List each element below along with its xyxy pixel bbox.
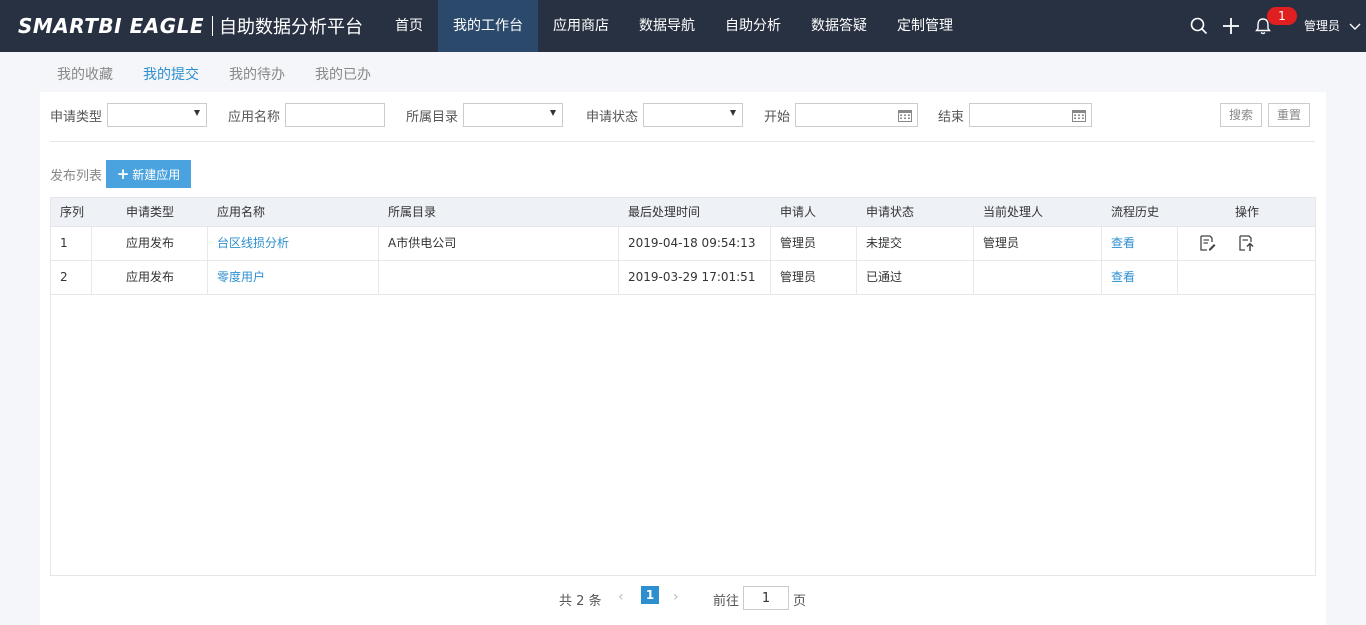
view-history-link[interactable]: 查看 — [1111, 261, 1135, 294]
notification-badge[interactable]: 1 — [1267, 7, 1297, 25]
cell-handler: 管理员 — [983, 236, 1020, 250]
nav-data-qa[interactable]: 数据答疑 — [796, 0, 882, 52]
view-history-link[interactable]: 查看 — [1111, 227, 1135, 260]
cell-status: 未提交 — [866, 236, 903, 250]
user-name: 管理员 — [1304, 19, 1341, 33]
calendar-icon — [898, 110, 913, 122]
col-seq: 序列 — [60, 205, 85, 219]
cell-time: 2019-03-29 17:01:51 — [628, 270, 756, 284]
tab-my-todo[interactable]: 我的待办 — [229, 64, 285, 84]
col-history: 流程历史 — [1111, 205, 1160, 219]
filter-name: 应用名称 — [228, 103, 386, 127]
status-label: 申请状态 — [586, 109, 639, 125]
goto-label: 前往 — [713, 594, 740, 609]
start-date-input[interactable] — [795, 103, 919, 127]
dir-select[interactable] — [463, 103, 564, 127]
main-nav: 首页 我的工作台 应用商店 数据导航 自助分析 数据答疑 定制管理 — [380, 0, 968, 52]
filter-start: 开始 — [764, 103, 919, 127]
cell-status: 已通过 — [866, 270, 903, 284]
cell-time: 2019-04-18 09:54:13 — [628, 236, 756, 250]
filter-dir: 所属目录 — [406, 103, 564, 127]
caret-down-icon — [550, 110, 557, 116]
type-select[interactable] — [107, 103, 208, 127]
nav-home[interactable]: 首页 — [380, 0, 438, 52]
sub-tabs: 我的收藏 我的提交 我的待办 我的已办 — [57, 64, 401, 84]
content-panel: 申请类型 应用名称 所属目录 申请状态 开始 结束 搜索 重置 发布列表 + 新… — [40, 92, 1326, 625]
list-label: 发布列表 — [50, 169, 103, 184]
chevron-right-icon[interactable]: › — [673, 589, 679, 605]
cell-type: 应用发布 — [126, 270, 175, 284]
col-status: 申请状态 — [866, 205, 915, 219]
name-input[interactable] — [285, 103, 386, 127]
col-actions: 操作 — [1235, 205, 1260, 219]
cell-applicant: 管理员 — [780, 236, 817, 250]
plus-icon: + — [116, 165, 130, 183]
nav-self-analysis[interactable]: 自助分析 — [710, 0, 796, 52]
nav-custom-management[interactable]: 定制管理 — [882, 0, 968, 52]
filter-status: 申请状态 — [586, 103, 744, 127]
cell-app-name-link[interactable]: 台区线损分析 — [217, 227, 289, 260]
cell-app-name-link[interactable]: 零度用户 — [217, 261, 265, 294]
calendar-icon — [1072, 110, 1087, 122]
search-button[interactable]: 搜索 — [1220, 103, 1262, 127]
edit-icon[interactable] — [1198, 234, 1216, 252]
col-name: 应用名称 — [217, 205, 266, 219]
page-1-button[interactable]: 1 — [641, 586, 659, 604]
cell-seq: 1 — [60, 236, 68, 250]
tab-my-done[interactable]: 我的已办 — [315, 64, 371, 84]
nav-workbench[interactable]: 我的工作台 — [438, 0, 538, 52]
submit-upload-icon[interactable] — [1237, 234, 1255, 252]
table-row: 1 应用发布 台区线损分析 A市供电公司 2019-04-18 09:54:13… — [51, 227, 1315, 261]
name-label: 应用名称 — [228, 109, 281, 125]
filter-end: 结束 — [938, 103, 1093, 127]
goto-page-input[interactable] — [743, 586, 789, 610]
top-bar: SMARTBI EAGLE 自助数据分析平台 首页 我的工作台 应用商店 数据导… — [0, 0, 1366, 52]
caret-down-icon — [730, 110, 737, 116]
user-menu[interactable]: 管理员 — [1304, 0, 1362, 52]
nav-data-navigation[interactable]: 数据导航 — [624, 0, 710, 52]
submissions-table: 序列 申请类型 应用名称 所属目录 最后处理时间 申请人 申请状态 当前处理人 … — [50, 197, 1316, 576]
cell-type: 应用发布 — [126, 236, 175, 250]
filter-divider — [50, 141, 1315, 142]
cell-applicant: 管理员 — [780, 270, 817, 284]
plus-icon[interactable] — [1221, 16, 1241, 36]
reset-button[interactable]: 重置 — [1268, 103, 1310, 127]
tab-my-submissions[interactable]: 我的提交 — [143, 64, 199, 84]
logo[interactable]: SMARTBI EAGLE 自助数据分析平台 — [18, 12, 363, 40]
col-dir: 所属目录 — [388, 205, 437, 219]
search-icon[interactable] — [1189, 16, 1209, 36]
start-label: 开始 — [764, 109, 791, 125]
col-type: 申请类型 — [126, 205, 175, 219]
pagination: 共 2 条 ‹ 1 › 前往 页 — [40, 586, 1326, 610]
new-app-button[interactable]: + 新建应用 — [106, 160, 191, 188]
caret-down-icon — [194, 110, 201, 116]
page-label: 页 — [793, 594, 807, 609]
logo-separator — [212, 16, 214, 36]
end-label: 结束 — [938, 109, 965, 125]
col-handler: 当前处理人 — [983, 205, 1044, 219]
platform-title: 自助数据分析平台 — [219, 17, 364, 38]
tab-favorites[interactable]: 我的收藏 — [57, 64, 113, 84]
cell-dir: A市供电公司 — [388, 236, 457, 250]
table-row: 2 应用发布 零度用户 2019-03-29 17:01:51 管理员 已通过 … — [51, 261, 1315, 295]
total-count: 共 2 条 — [559, 594, 602, 609]
status-select[interactable] — [643, 103, 744, 127]
logo-mark: SMARTBI EAGLE — [18, 14, 205, 38]
cell-seq: 2 — [60, 270, 68, 284]
type-label: 申请类型 — [50, 109, 103, 125]
table-header: 序列 申请类型 应用名称 所属目录 最后处理时间 申请人 申请状态 当前处理人 … — [51, 198, 1315, 227]
chevron-down-icon — [1349, 23, 1361, 30]
col-applicant: 申请人 — [780, 205, 817, 219]
nav-app-store[interactable]: 应用商店 — [538, 0, 624, 52]
end-date-input[interactable] — [969, 103, 1093, 127]
dir-label: 所属目录 — [406, 109, 459, 125]
chevron-left-icon[interactable]: ‹ — [618, 589, 624, 605]
filter-type: 申请类型 — [50, 103, 208, 127]
col-time: 最后处理时间 — [628, 205, 701, 219]
new-app-label: 新建应用 — [132, 168, 181, 182]
